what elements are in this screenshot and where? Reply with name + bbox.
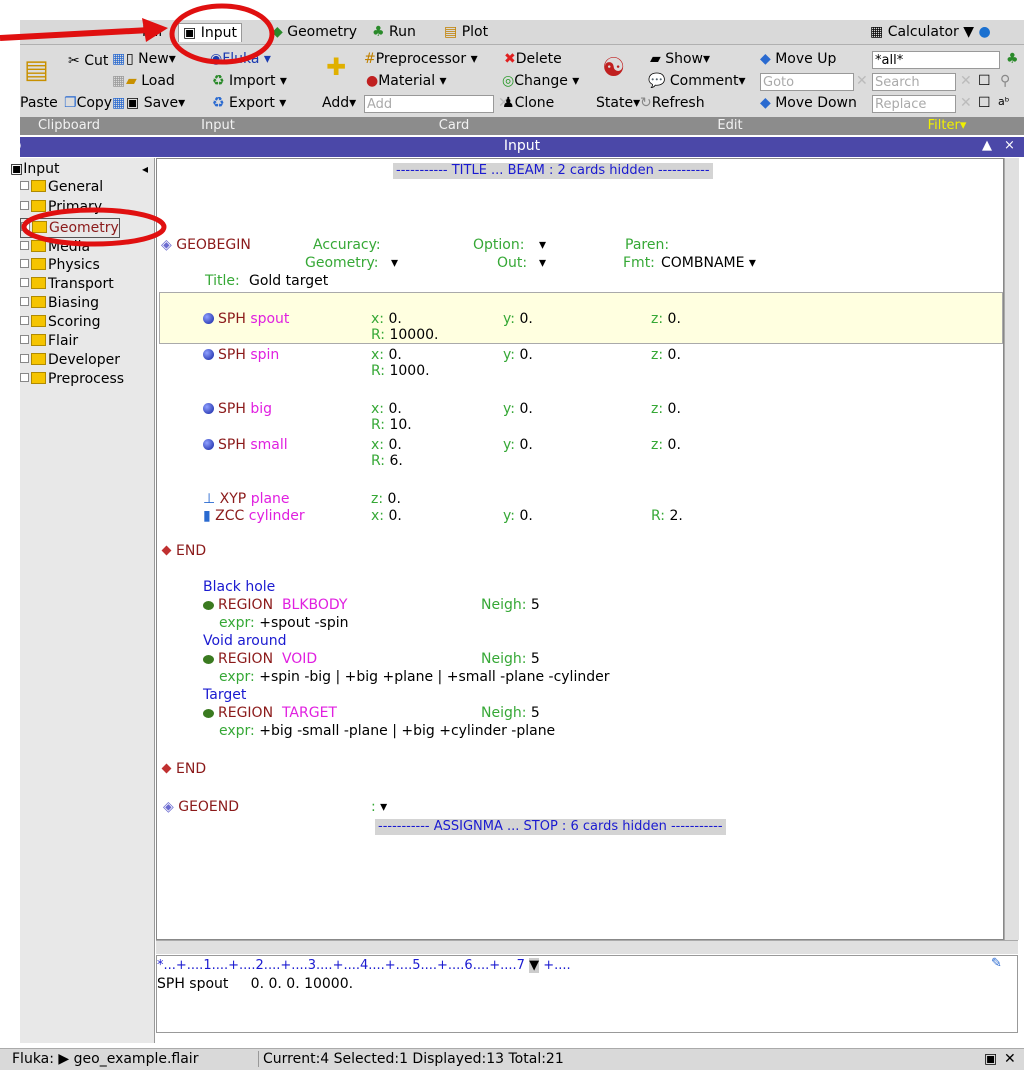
annotation-overlay xyxy=(0,3,275,247)
annotation-arrow-line xyxy=(0,27,151,41)
annotation-ellipse-input-tab xyxy=(169,3,275,65)
annotation-ellipse-geometry xyxy=(21,207,167,247)
annotation-arrow-head xyxy=(142,18,168,42)
